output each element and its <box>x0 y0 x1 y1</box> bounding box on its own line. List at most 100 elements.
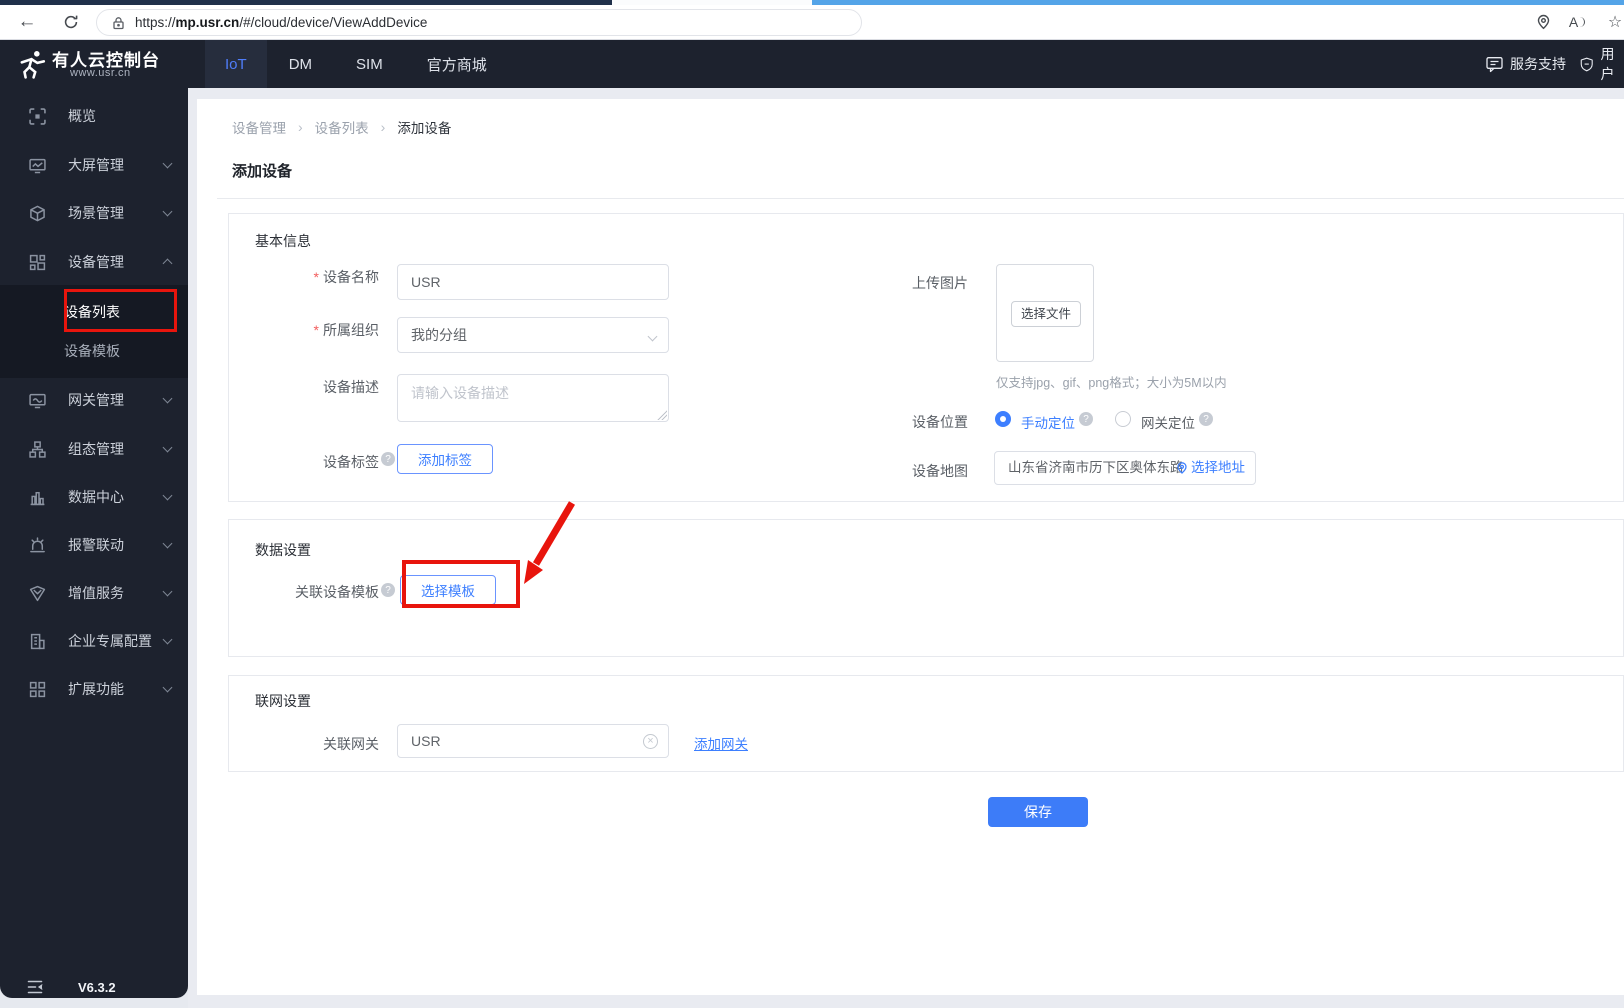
network-settings-card: 联网设置 关联网关 USR × 添加网关 <box>228 675 1624 772</box>
browser-refresh-button[interactable] <box>56 7 86 37</box>
map-pin-icon <box>1177 462 1187 474</box>
tab-sim[interactable]: SIM <box>334 40 405 88</box>
tab-iot[interactable]: IoT <box>205 40 267 88</box>
tab-dm[interactable]: DM <box>267 40 334 88</box>
sidebar-item-label: 报警联动 <box>68 537 124 553</box>
upload-image-dropzone[interactable]: 选择文件 <box>996 264 1094 362</box>
service-support-button[interactable]: 服务支持 <box>1486 40 1566 88</box>
building-icon <box>30 633 45 649</box>
chevron-down-icon <box>162 490 173 501</box>
bar-chart-icon <box>30 491 45 505</box>
sidebar-item-gateway-management[interactable]: 网关管理 <box>0 376 188 424</box>
gateway-location-label[interactable]: 网关定位 <box>1141 412 1195 432</box>
sidebar-footer: V6.3.2 <box>0 971 188 1003</box>
top-nav-tabs: IoT DM SIM 官方商城 <box>205 40 509 88</box>
sidebar-item-scene-management[interactable]: 场景管理 <box>0 189 188 237</box>
browser-geolocation-button[interactable] <box>1528 7 1558 37</box>
sidebar-item-label: 组态管理 <box>68 441 124 457</box>
lock-icon <box>113 16 124 29</box>
device-map-input[interactable]: 山东省济南市历下区奥体东路 选择地址 <box>994 451 1256 485</box>
device-tag-help-icon[interactable]: ? <box>381 452 395 466</box>
organization-select[interactable]: 我的分组 <box>397 317 669 353</box>
device-description-label: 设备描述 <box>323 379 379 395</box>
sidebar-item-alarm-linkage[interactable]: 报警联动 <box>0 521 188 569</box>
sidebar-item-label: 扩展功能 <box>68 681 124 697</box>
upload-hint: 仅支持jpg、gif、png格式；大小为5M以内 <box>996 376 1227 390</box>
chevron-down-icon <box>162 442 173 453</box>
scene-cube-icon <box>30 205 45 221</box>
choose-template-button[interactable]: 选择模板 <box>400 575 496 605</box>
browser-favorites-button[interactable]: ☆ <box>1600 7 1624 37</box>
page-title: 添加设备 <box>232 163 293 180</box>
title-divider <box>217 198 1624 199</box>
link-device-template-label: 关联设备模板 <box>295 584 379 600</box>
save-button[interactable]: 保存 <box>988 797 1088 827</box>
collapse-sidebar-icon[interactable] <box>27 980 43 994</box>
user-label: 用户 <box>1600 46 1615 82</box>
required-mark: * <box>313 269 319 285</box>
gateway-monitor-icon <box>29 393 46 408</box>
chevron-down-icon <box>162 393 173 404</box>
chevron-down-icon <box>162 634 173 645</box>
breadcrumb: 设备管理 › 设备列表 › 添加设备 <box>232 117 451 137</box>
link-gateway-input[interactable]: USR × <box>397 724 669 758</box>
sidebar-item-screen-management[interactable]: 大屏管理 <box>0 141 188 189</box>
chevron-down-icon <box>162 158 173 169</box>
shield-icon <box>1580 57 1593 71</box>
add-tag-button[interactable]: 添加标签 <box>397 444 493 474</box>
chevron-up-icon <box>162 258 173 269</box>
tab-official-mall[interactable]: 官方商城 <box>405 40 509 88</box>
sidebar-item-value-added-services[interactable]: 增值服务 <box>0 569 188 617</box>
breadcrumb-device-management[interactable]: 设备管理 <box>232 117 286 137</box>
choose-file-button[interactable]: 选择文件 <box>1011 301 1081 327</box>
upload-image-label: 上传图片 <box>912 275 968 291</box>
sidebar-item-label: 设备管理 <box>68 254 124 270</box>
device-location-label: 设备位置 <box>912 414 968 430</box>
user-menu-button[interactable]: 用户 <box>1580 40 1624 88</box>
manual-location-label[interactable]: 手动定位 <box>1021 412 1075 432</box>
url-text: https://mp.usr.cn/#/cloud/device/ViewAdd… <box>135 15 428 30</box>
browser-back-button[interactable]: ← <box>12 7 42 37</box>
section-title-data-settings: 数据设置 <box>255 542 311 558</box>
sidebar-subitem-device-template[interactable]: 设备模板 <box>0 332 188 370</box>
device-description-textarea[interactable] <box>397 374 669 422</box>
browser-toolbar: ← https://mp.usr.cn/#/cloud/device/ViewA… <box>0 5 1624 40</box>
manual-location-help-icon[interactable]: ? <box>1079 412 1093 426</box>
breadcrumb-current: 添加设备 <box>397 121 452 136</box>
textarea-resize-handle[interactable] <box>657 410 667 420</box>
breadcrumb-separator-icon: › <box>298 119 303 135</box>
organization-value: 我的分组 <box>411 327 467 343</box>
sidebar-item-data-center[interactable]: 数据中心 <box>0 473 188 521</box>
topology-icon <box>29 440 46 458</box>
sidebar-item-label: 场景管理 <box>68 205 124 221</box>
chevron-down-icon <box>162 586 173 597</box>
sidebar-item-extended-functions[interactable]: 扩展功能 <box>0 665 188 713</box>
sidebar-item-configuration-management[interactable]: 组态管理 <box>0 425 188 473</box>
location-pin-icon <box>1537 14 1549 30</box>
device-name-label: * 设备名称 <box>313 269 379 285</box>
device-map-label: 设备地图 <box>912 463 968 479</box>
manual-location-radio[interactable] <box>995 411 1011 427</box>
browser-read-aloud-button[interactable]: A <box>1562 7 1592 37</box>
overview-icon <box>29 107 46 125</box>
sidebar-item-overview[interactable]: 概览 <box>0 92 188 140</box>
add-gateway-link[interactable]: 添加网关 <box>694 733 748 753</box>
gateway-location-radio[interactable] <box>1115 411 1131 427</box>
sidebar-item-enterprise-config[interactable]: 企业专属配置 <box>0 617 188 665</box>
data-settings-card: 数据设置 关联设备模板 ? 选择模板 <box>228 519 1624 657</box>
address-bar[interactable]: https://mp.usr.cn/#/cloud/device/ViewAdd… <box>96 9 862 36</box>
device-grid-icon <box>29 254 46 270</box>
sidebar-subitem-device-list[interactable]: 设备列表 <box>0 293 188 331</box>
sidebar-item-device-management[interactable]: 设备管理 <box>0 238 188 286</box>
breadcrumb-device-list[interactable]: 设备列表 <box>315 117 369 137</box>
app-header: 有人云控制台 www.usr.cn IoT DM SIM 官方商城 服务支持 用… <box>0 40 1624 88</box>
choose-address-link[interactable]: 选择地址 <box>1176 452 1245 484</box>
back-icon: ← <box>17 11 37 32</box>
clear-input-icon[interactable]: × <box>643 734 658 749</box>
apps-grid-icon <box>29 681 46 697</box>
link-device-template-help-icon[interactable]: ? <box>381 583 395 597</box>
gateway-location-help-icon[interactable]: ? <box>1199 412 1213 426</box>
sidebar-item-label: 企业专属配置 <box>68 633 152 649</box>
alarm-icon <box>30 536 45 552</box>
device-name-input[interactable] <box>397 264 669 300</box>
